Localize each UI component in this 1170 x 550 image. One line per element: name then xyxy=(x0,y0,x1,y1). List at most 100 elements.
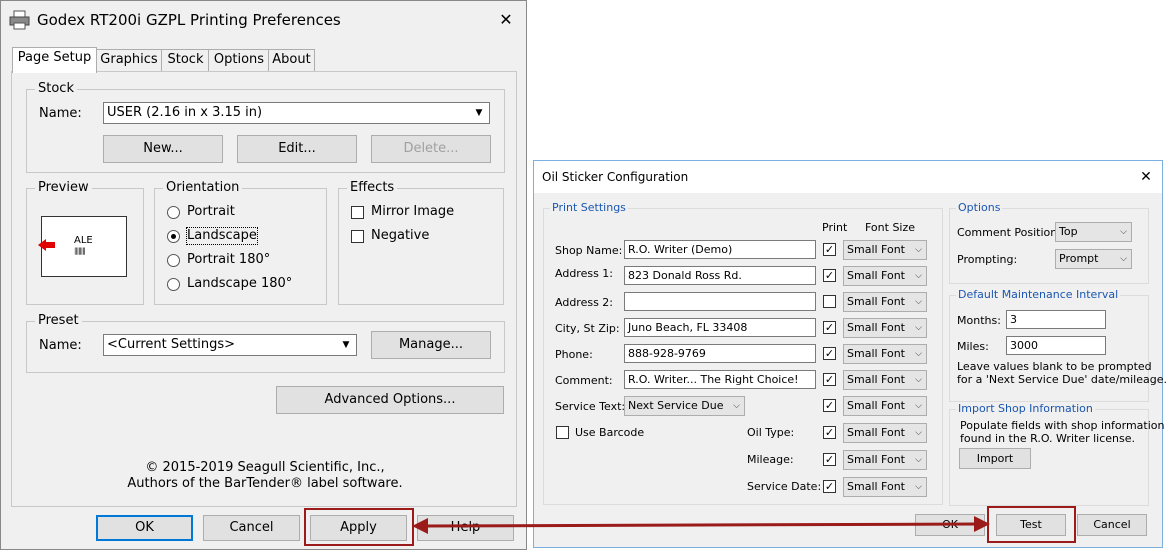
stock-group-label: Stock xyxy=(35,81,77,97)
address1-font-select[interactable]: Small Font ⌵ xyxy=(843,266,927,286)
preview-group-label: Preview xyxy=(35,180,92,196)
phone-field[interactable]: 888-928-9769 xyxy=(624,344,816,363)
new-stock-button[interactable]: New... xyxy=(103,135,223,163)
months-field[interactable]: 3 xyxy=(1006,310,1106,329)
phone-print-checkbox[interactable]: ✓ xyxy=(823,347,836,360)
comment-font-select[interactable]: Small Font ⌵ xyxy=(843,370,927,390)
negative-checkbox[interactable] xyxy=(351,230,364,243)
oil-type-print-checkbox[interactable]: ✓ xyxy=(823,426,836,439)
landscape-label[interactable]: Landscape xyxy=(186,227,258,245)
preset-name-select[interactable]: <Current Settings> ▼ xyxy=(103,334,357,356)
comment-print-checkbox[interactable]: ✓ xyxy=(823,373,836,386)
portrait-180-radio[interactable] xyxy=(167,254,180,267)
phone-label: Phone: xyxy=(555,348,593,361)
font-size-column-header: Font Size xyxy=(865,221,916,234)
preview-barcode: |||||||| xyxy=(74,247,86,255)
chevron-down-icon: ⌵ xyxy=(915,245,922,255)
stock-name-select[interactable]: USER (2.16 in x 3.15 in) ▼ xyxy=(103,102,490,124)
double-arrow-connector xyxy=(412,516,990,534)
manage-preset-button[interactable]: Manage... xyxy=(371,331,491,359)
tab-page-setup[interactable]: Page Setup xyxy=(12,47,97,73)
city-st-zip-print-checkbox[interactable]: ✓ xyxy=(823,321,836,334)
phone-font-select[interactable]: Small Font ⌵ xyxy=(843,344,927,364)
shop-name-print-checkbox[interactable]: ✓ xyxy=(823,243,836,256)
chevron-down-icon: ⌵ xyxy=(915,401,922,411)
service-text-font-value: Small Font xyxy=(847,399,905,412)
chevron-down-icon: ⌵ xyxy=(915,375,922,385)
copyright-line-1: © 2015-2019 Seagull Scientific, Inc., xyxy=(145,460,385,475)
portrait-180-label[interactable]: Portrait 180° xyxy=(187,252,270,268)
address1-print-checkbox[interactable]: ✓ xyxy=(823,269,836,282)
edit-stock-button[interactable]: Edit... xyxy=(237,135,357,163)
shop-name-font-select[interactable]: Small Font ⌵ xyxy=(843,240,927,260)
portrait-label[interactable]: Portrait xyxy=(187,204,235,220)
comment-position-value: Top xyxy=(1059,225,1078,238)
use-barcode-checkbox[interactable] xyxy=(556,426,569,439)
city-st-zip-font-select[interactable]: Small Font ⌵ xyxy=(843,318,927,338)
use-barcode-label[interactable]: Use Barcode xyxy=(575,426,644,440)
service-text-font-select[interactable]: Small Font ⌵ xyxy=(843,396,927,416)
landscape-180-radio[interactable] xyxy=(167,278,180,291)
city-st-zip-font-value: Small Font xyxy=(847,321,905,334)
address2-field[interactable] xyxy=(624,292,816,311)
print-settings-group-label: Print Settings xyxy=(550,201,628,215)
arrow-left-icon xyxy=(38,237,56,251)
mirror-image-checkbox[interactable] xyxy=(351,206,364,219)
cancel-button[interactable]: Cancel xyxy=(203,515,300,541)
orientation-group-label: Orientation xyxy=(163,180,243,196)
comment-position-select[interactable]: Top ⌵ xyxy=(1055,222,1132,242)
chevron-down-icon: ⌵ xyxy=(915,349,922,359)
ok-button[interactable]: OK xyxy=(96,515,193,541)
service-text-value: Next Service Due xyxy=(628,399,724,412)
address1-font-value: Small Font xyxy=(847,269,905,282)
cancel-button[interactable]: Cancel xyxy=(1077,514,1147,536)
service-text-print-checkbox[interactable]: ✓ xyxy=(823,399,836,412)
chevron-down-icon[interactable]: ▼ xyxy=(470,104,488,122)
service-text-label: Service Text: xyxy=(555,400,626,413)
tab-stock[interactable]: Stock xyxy=(161,49,210,72)
service-text-select[interactable]: Next Service Due ⌵ xyxy=(624,396,745,416)
tab-about[interactable]: About xyxy=(268,49,315,72)
page-setup-panel: Stock Name: USER (2.16 in x 3.15 in) ▼ N… xyxy=(11,71,517,507)
mirror-image-label[interactable]: Mirror Image xyxy=(371,204,454,220)
close-icon[interactable]: ✕ xyxy=(491,7,521,33)
portrait-radio[interactable] xyxy=(167,206,180,219)
delete-stock-button[interactable]: Delete... xyxy=(371,135,491,163)
comment-field[interactable]: R.O. Writer... The Right Choice! xyxy=(624,370,816,389)
mileage-print-checkbox[interactable]: ✓ xyxy=(823,453,836,466)
address1-field[interactable]: 823 Donald Ross Rd. xyxy=(624,266,816,285)
prompting-value: Prompt xyxy=(1059,252,1099,265)
options-group-label: Options xyxy=(956,201,1003,215)
prompting-select[interactable]: Prompt ⌵ xyxy=(1055,249,1132,269)
shop-name-field[interactable]: R.O. Writer (Demo) xyxy=(624,240,816,259)
chevron-down-icon: ⌵ xyxy=(915,271,922,281)
miles-field[interactable]: 3000 xyxy=(1006,336,1106,355)
service-date-print-checkbox[interactable]: ✓ xyxy=(823,480,836,493)
city-st-zip-field[interactable]: Juno Beach, FL 33408 xyxy=(624,318,816,337)
preset-group-label: Preset xyxy=(35,313,82,329)
address1-label: Address 1: xyxy=(555,267,614,280)
oil-type-font-select[interactable]: Small Font ⌵ xyxy=(843,423,927,443)
mileage-label: Mileage: xyxy=(747,453,794,466)
orientation-group: Orientation Portrait Landscape Portrait … xyxy=(154,180,327,305)
negative-label[interactable]: Negative xyxy=(371,228,429,244)
service-date-font-value: Small Font xyxy=(847,480,905,493)
city-st-zip-label: City, St Zip: xyxy=(555,322,620,335)
mileage-font-select[interactable]: Small Font ⌵ xyxy=(843,450,927,470)
address2-print-checkbox[interactable] xyxy=(823,295,836,308)
service-date-font-select[interactable]: Small Font ⌵ xyxy=(843,477,927,497)
chevron-down-icon: ⌵ xyxy=(733,401,740,411)
address2-font-select[interactable]: Small Font ⌵ xyxy=(843,292,927,312)
import-button[interactable]: Import xyxy=(959,448,1031,469)
chevron-down-icon[interactable]: ▼ xyxy=(337,336,355,354)
preset-name-label: Name: xyxy=(39,338,82,353)
tab-options[interactable]: Options xyxy=(208,49,270,72)
landscape-radio[interactable] xyxy=(167,230,180,243)
chevron-down-icon: ⌵ xyxy=(1120,254,1127,264)
advanced-options-button[interactable]: Advanced Options... xyxy=(276,386,504,414)
close-icon[interactable]: ✕ xyxy=(1134,166,1158,188)
chevron-down-icon: ⌵ xyxy=(915,455,922,465)
chevron-down-icon: ⌵ xyxy=(915,323,922,333)
landscape-180-label[interactable]: Landscape 180° xyxy=(187,276,292,292)
tab-graphics[interactable]: Graphics xyxy=(95,49,163,72)
